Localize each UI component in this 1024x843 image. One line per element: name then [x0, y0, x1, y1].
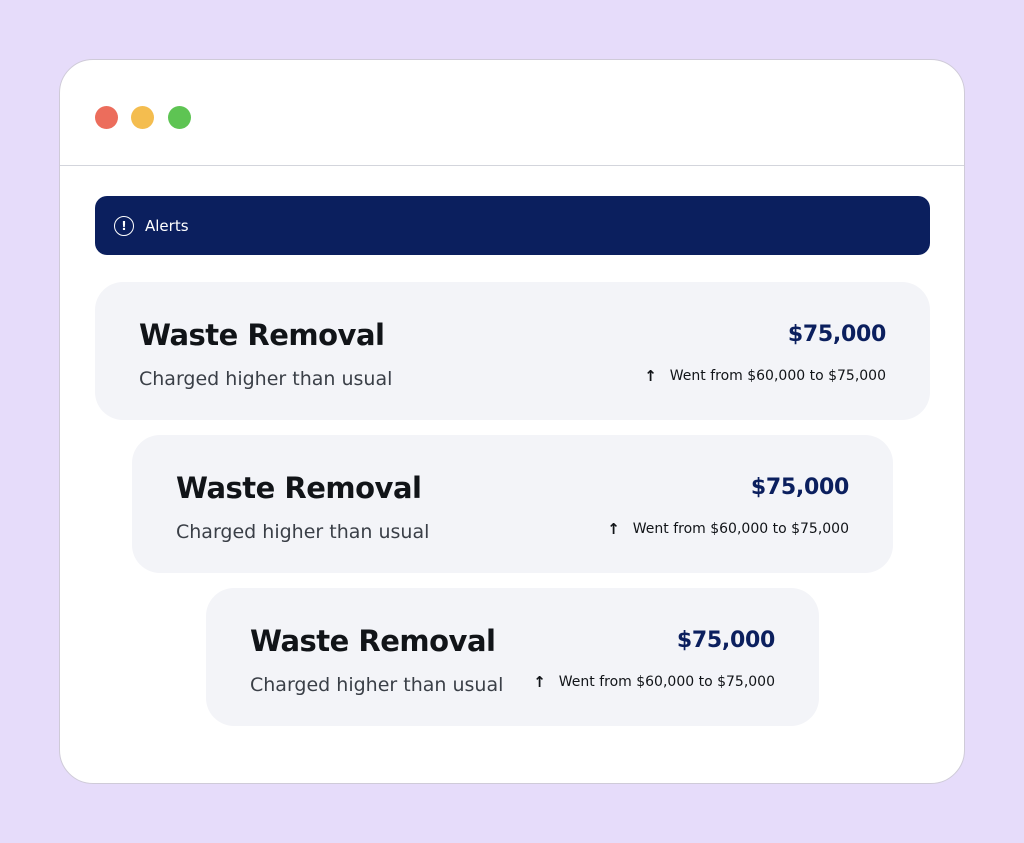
- alert-card-change-text: Went from $60,000 to $75,000: [669, 368, 886, 384]
- alert-card-title: Waste Removal: [250, 624, 496, 658]
- alert-card-subtitle: Charged higher than usual: [176, 521, 430, 543]
- alert-card-title: Waste Removal: [139, 318, 385, 352]
- alert-card-amount: $75,000: [676, 628, 775, 653]
- window-titlebar: [60, 60, 964, 166]
- alert-circle-icon: !: [114, 215, 134, 236]
- arrow-up-icon: ↑: [644, 366, 657, 385]
- alert-card-title: Waste Removal: [176, 471, 422, 505]
- alert-card-change: ↑ Went from $60,000 to $75,000: [607, 521, 849, 537]
- alerts-label: Alerts: [145, 216, 189, 235]
- alert-card-subtitle: Charged higher than usual: [139, 368, 393, 390]
- arrow-up-icon: ↑: [533, 672, 546, 691]
- close-window-button[interactable]: [95, 106, 118, 129]
- alert-card-change-text: Went from $60,000 to $75,000: [558, 674, 775, 690]
- alert-card-change-text: Went from $60,000 to $75,000: [632, 521, 849, 537]
- alert-card-amount: $75,000: [787, 322, 886, 347]
- alert-card-subtitle: Charged higher than usual: [250, 674, 504, 696]
- alert-card[interactable]: Waste Removal Charged higher than usual …: [132, 435, 893, 573]
- alert-card-change: ↑ Went from $60,000 to $75,000: [533, 674, 775, 690]
- alerts-header[interactable]: ! Alerts: [95, 196, 930, 255]
- alert-card[interactable]: Waste Removal Charged higher than usual …: [206, 588, 819, 726]
- app-window: ! Alerts Waste Removal Charged higher th…: [59, 59, 965, 784]
- alert-card-change: ↑ Went from $60,000 to $75,000: [644, 368, 886, 384]
- alert-card[interactable]: Waste Removal Charged higher than usual …: [95, 282, 930, 420]
- alert-card-amount: $75,000: [750, 475, 849, 500]
- arrow-up-icon: ↑: [607, 519, 620, 538]
- maximize-window-button[interactable]: [168, 106, 191, 129]
- minimize-window-button[interactable]: [131, 106, 154, 129]
